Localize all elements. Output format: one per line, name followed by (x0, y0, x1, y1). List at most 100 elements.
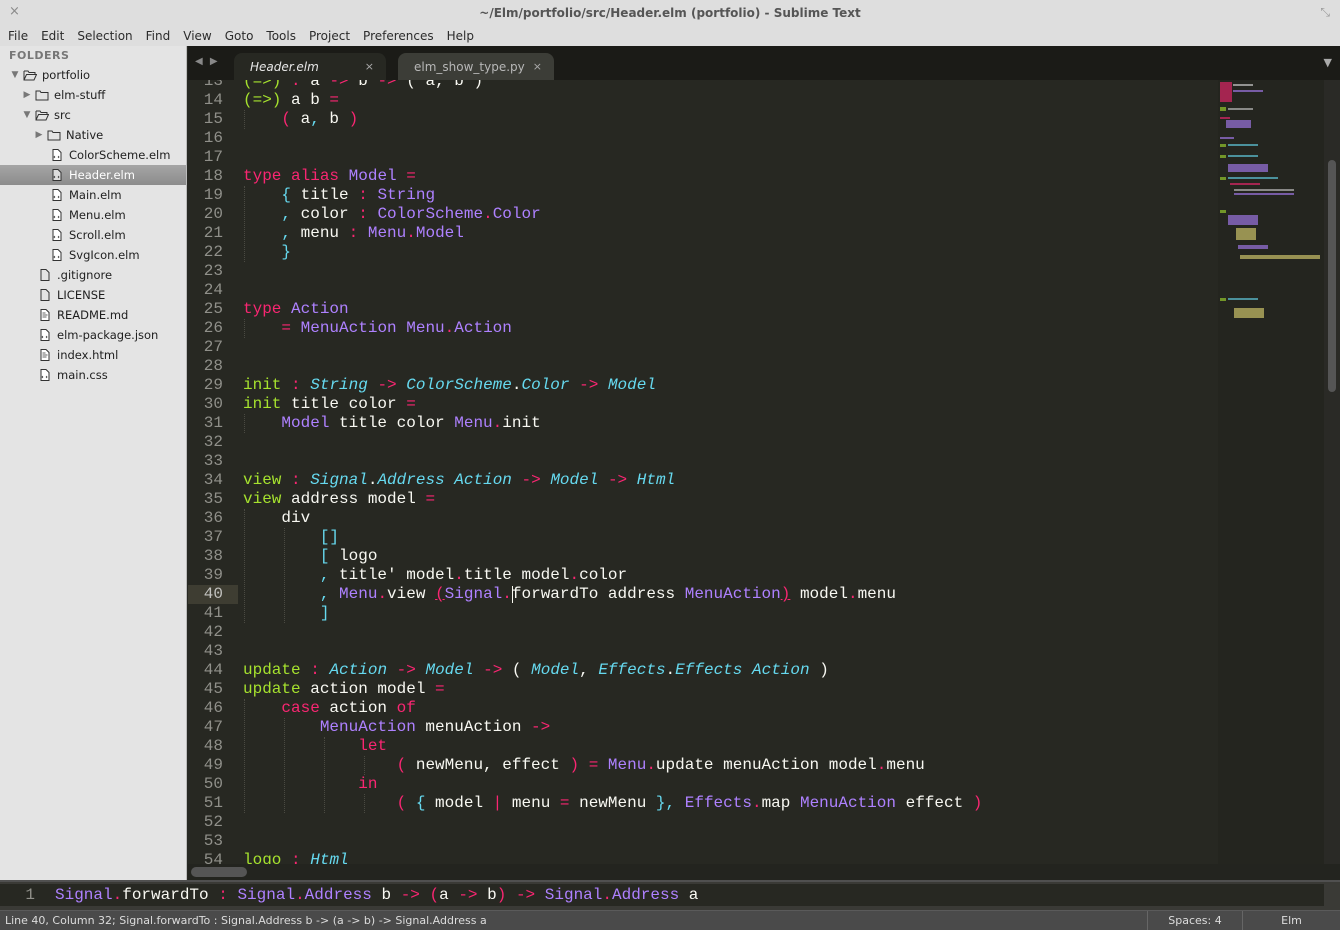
code-line[interactable]: 31 Model title color Menu.init (188, 414, 541, 433)
code-line[interactable]: 44 update : Action -> Model -> ( Model, E… (188, 661, 829, 680)
horizontal-scrollbar[interactable] (188, 864, 1340, 880)
output-panel-content[interactable]: 1 Signal.forwardTo : Signal.Address b -> … (0, 884, 1324, 906)
code-line[interactable]: 49 ( newMenu, effect ) = Menu.update men… (188, 756, 925, 775)
code-token: ( (396, 756, 407, 774)
code-line[interactable]: 27 (188, 338, 243, 357)
code-line[interactable]: 54 logo : Html (188, 851, 349, 864)
code-token: color (579, 566, 628, 584)
tab-close-icon[interactable]: × (365, 60, 374, 73)
code-token: (=>) (243, 80, 282, 90)
code-line[interactable]: 52 (188, 813, 243, 832)
code-line[interactable]: 45 update action model = (188, 680, 445, 699)
code-line[interactable]: 37 [] (188, 528, 339, 547)
code-line[interactable]: 18 type alias Model = (188, 167, 416, 186)
code-line[interactable]: 43 (188, 642, 243, 661)
menu-help[interactable]: Help (447, 29, 474, 43)
tab-elm-show-type-py[interactable]: elm_show_type.py × (398, 53, 554, 80)
code-line[interactable]: 36 div (188, 509, 310, 528)
code-line[interactable]: 16 (188, 129, 243, 148)
sidebar-item-elm-package-json[interactable]: elm-package.json (0, 325, 186, 345)
sidebar-item-label: elm-stuff (54, 88, 106, 102)
code-line[interactable]: 28 (188, 357, 243, 376)
tab-nav-arrows-icon[interactable]: ◀ ▶ (195, 56, 220, 67)
menu-preferences[interactable]: Preferences (363, 29, 434, 43)
sidebar-item-gitignore[interactable]: .gitignore (0, 265, 186, 285)
sidebar-item-menu-elm[interactable]: Menu.elm (0, 205, 186, 225)
sidebar-item-src[interactable]: ▼ src (0, 105, 186, 125)
code-line[interactable]: 23 (188, 262, 243, 281)
vertical-scrollbar-thumb[interactable] (1328, 160, 1336, 392)
sidebar-item-license[interactable]: LICENSE (0, 285, 186, 305)
code-line[interactable]: 39 , title' model.title model.color (188, 566, 627, 585)
vertical-scrollbar[interactable] (1324, 80, 1340, 864)
menu-project[interactable]: Project (309, 29, 350, 43)
code-token: b (371, 886, 401, 904)
sidebar-item-main-elm[interactable]: Main.elm (0, 185, 186, 205)
code-line[interactable]: 21 , menu : Menu.Model (188, 224, 464, 243)
code-line[interactable]: 30 init title color = (188, 395, 416, 414)
menu-selection[interactable]: Selection (77, 29, 132, 43)
code-line[interactable]: 13 (=>) : a -> b -> ( a, b ) (188, 80, 483, 91)
code-line[interactable]: 32 (188, 433, 243, 452)
window-restore-icon[interactable]: ⤡ (1320, 5, 1330, 20)
code-editor[interactable]: 13 (=>) : a -> b -> ( a, b ) 14 (=>) a b = 1… (188, 80, 1218, 864)
code-line[interactable]: 19 { title : String (188, 186, 435, 205)
tab-header-elm[interactable]: Header.elm × (234, 53, 386, 80)
disclosure-expanded-icon[interactable]: ▼ (22, 110, 32, 120)
tab-overflow-icon[interactable]: ▼ (1324, 56, 1332, 69)
sidebar-item-readme-md[interactable]: README.md (0, 305, 186, 325)
code-token: title color (329, 414, 455, 432)
disclosure-expanded-icon[interactable]: ▼ (10, 70, 20, 80)
code-line[interactable]: 25 type Action (188, 300, 349, 319)
code-line[interactable]: 51 ( { model | menu = newMenu }, Effects… (188, 794, 983, 813)
menu-goto[interactable]: Goto (225, 29, 254, 43)
code-line[interactable]: 20 , color : ColorScheme.Color (188, 205, 541, 224)
code-line[interactable]: 41 ] (188, 604, 330, 623)
indentation-setting[interactable]: Spaces: 4 (1147, 910, 1242, 930)
sidebar-item-index-html[interactable]: index.html (0, 345, 186, 365)
code-line[interactable]: 14 (=>) a b = (188, 91, 339, 110)
code-line[interactable]: 46 case action of (188, 699, 416, 718)
tab-close-icon[interactable]: × (533, 60, 542, 73)
line-text: type alias Model = (243, 167, 416, 185)
code-line[interactable]: 29 init : String -> ColorScheme.Color -> … (188, 376, 656, 395)
disclosure-collapsed-icon[interactable]: ▶ (34, 130, 44, 140)
sidebar-item-portfolio[interactable]: ▼ portfolio (0, 65, 186, 85)
horizontal-scrollbar-thumb[interactable] (191, 867, 247, 877)
sidebar-item-scroll-elm[interactable]: Scroll.elm (0, 225, 186, 245)
code-line[interactable]: 15 ( a, b ) (188, 110, 358, 129)
menu-tools[interactable]: Tools (266, 29, 296, 43)
code-line[interactable]: 34 view : Signal.Address Action -> Model … (188, 471, 675, 490)
code-line[interactable]: 48 let (188, 737, 387, 756)
sidebar-item-colorscheme-elm[interactable]: ColorScheme.elm (0, 145, 186, 165)
code-line[interactable]: 17 (188, 148, 243, 167)
sidebar-item-svgicon-elm[interactable]: SvgIcon.elm (0, 245, 186, 265)
code-line[interactable]: 35 view address model = (188, 490, 435, 509)
menu-view[interactable]: View (183, 29, 211, 43)
sidebar-item-native[interactable]: ▶ Native (0, 125, 186, 145)
code-line[interactable]: 42 (188, 623, 243, 642)
menu-edit[interactable]: Edit (41, 29, 64, 43)
menu-file[interactable]: File (8, 29, 28, 43)
sidebar-item-elm-stuff[interactable]: ▶ elm-stuff (0, 85, 186, 105)
code-token: -> (377, 376, 397, 394)
output-line[interactable]: 1 Signal.forwardTo : Signal.Address b -> … (0, 886, 698, 905)
code-line[interactable]: 24 (188, 281, 243, 300)
code-line[interactable]: 40 , Menu.view (Signal.forwardTo address… (188, 585, 896, 604)
syntax-selector[interactable]: Elm (1242, 910, 1340, 930)
code-line[interactable]: 22 } (188, 243, 291, 262)
sidebar-item-header-elm[interactable]: Header.elm (0, 165, 186, 185)
code-line[interactable]: 26 = MenuAction Menu.Action (188, 319, 512, 338)
sidebar-item-main-css[interactable]: main.css (0, 365, 186, 385)
code-line[interactable]: 38 [ logo (188, 547, 378, 566)
code-line[interactable]: 50 in (188, 775, 378, 794)
code-line[interactable]: 47 MenuAction menuAction -> (188, 718, 550, 737)
code-line[interactable]: 53 (188, 832, 243, 851)
disclosure-collapsed-icon[interactable]: ▶ (22, 90, 32, 100)
code-line[interactable]: 33 (188, 452, 243, 471)
minimap[interactable] (1218, 80, 1324, 864)
menu-find[interactable]: Find (146, 29, 171, 43)
